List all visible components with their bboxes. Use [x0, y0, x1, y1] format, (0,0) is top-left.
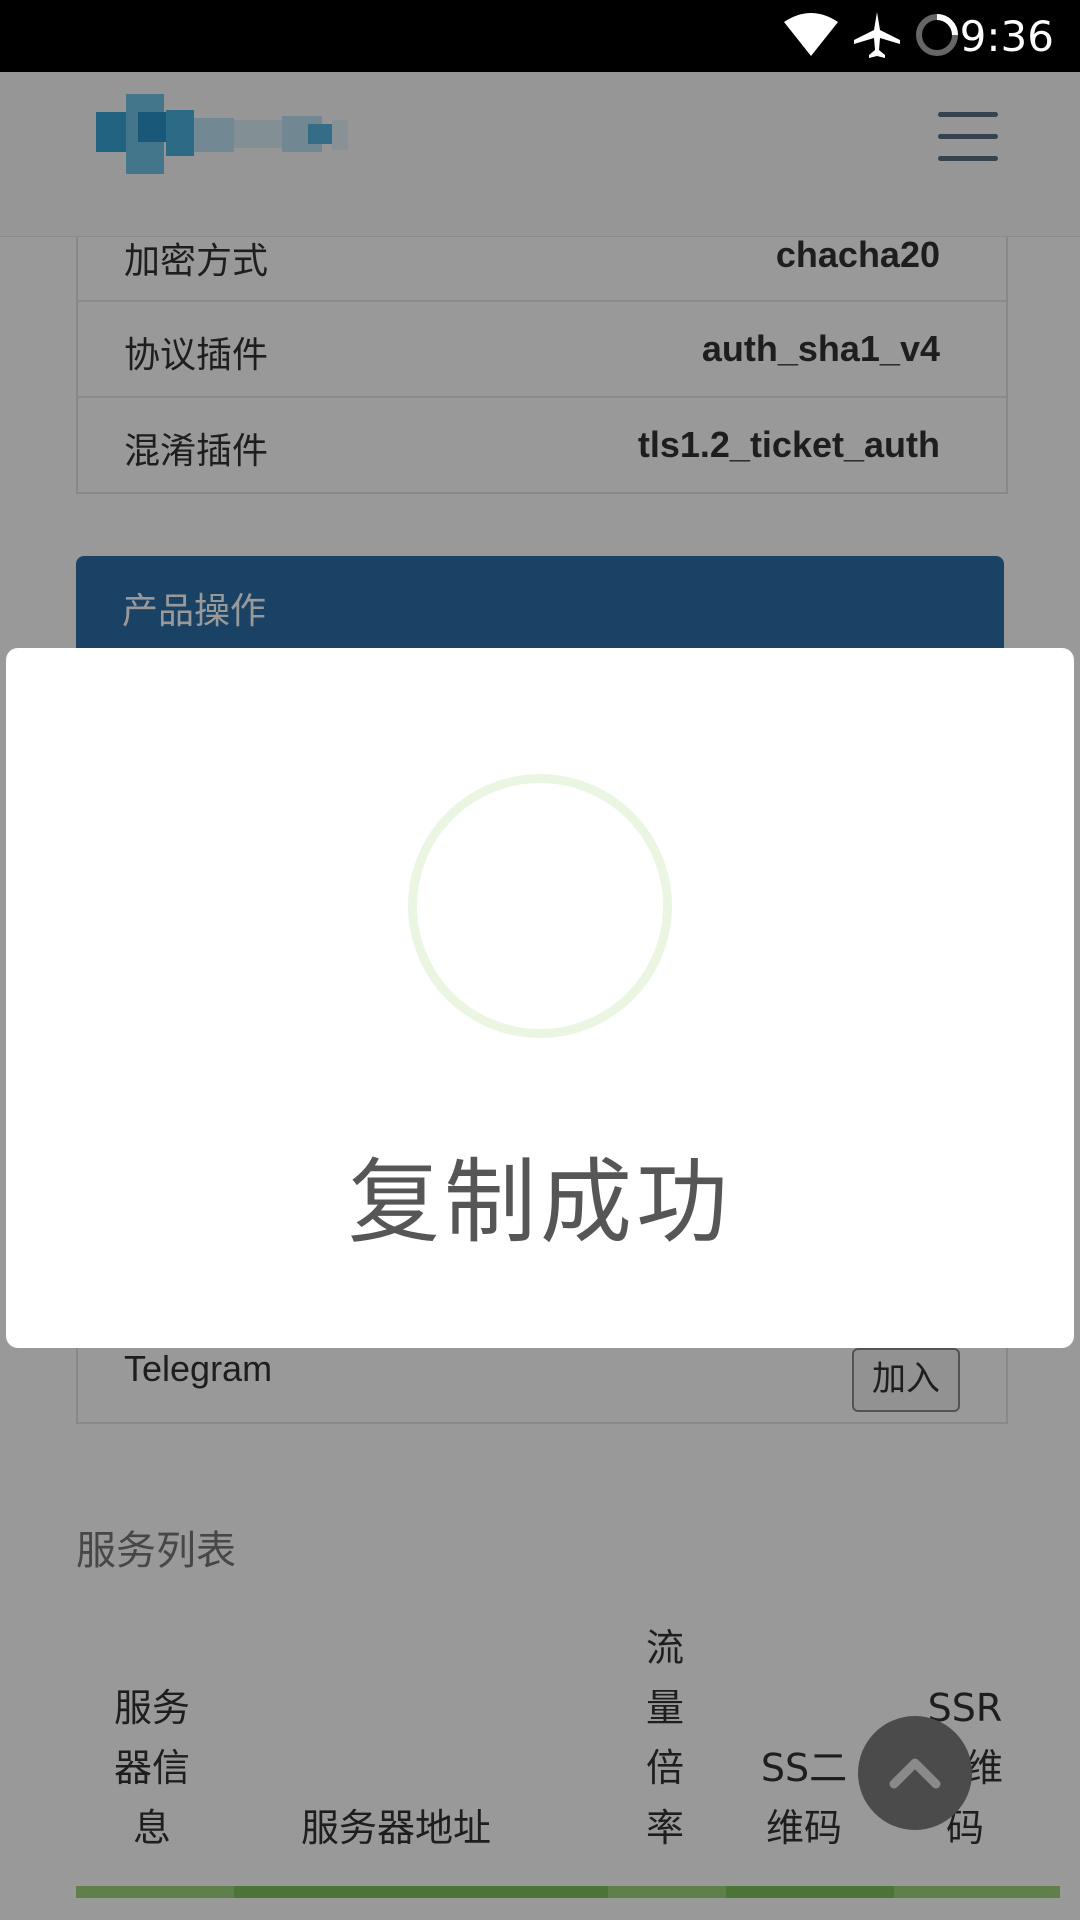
status-time: 9:36 [959, 12, 1054, 61]
airplane-mode-icon [854, 12, 900, 58]
back-to-top-button[interactable] [858, 1716, 972, 1830]
wifi-icon [784, 13, 838, 56]
dialog-message: 复制成功 [347, 1149, 732, 1256]
status-bar: 9:36 [0, 0, 1080, 72]
copy-success-dialog: 复制成功 [6, 648, 1074, 1348]
chevron-up-icon [889, 1758, 941, 1789]
battery-icon [916, 14, 958, 56]
success-ring-icon [408, 774, 672, 1038]
